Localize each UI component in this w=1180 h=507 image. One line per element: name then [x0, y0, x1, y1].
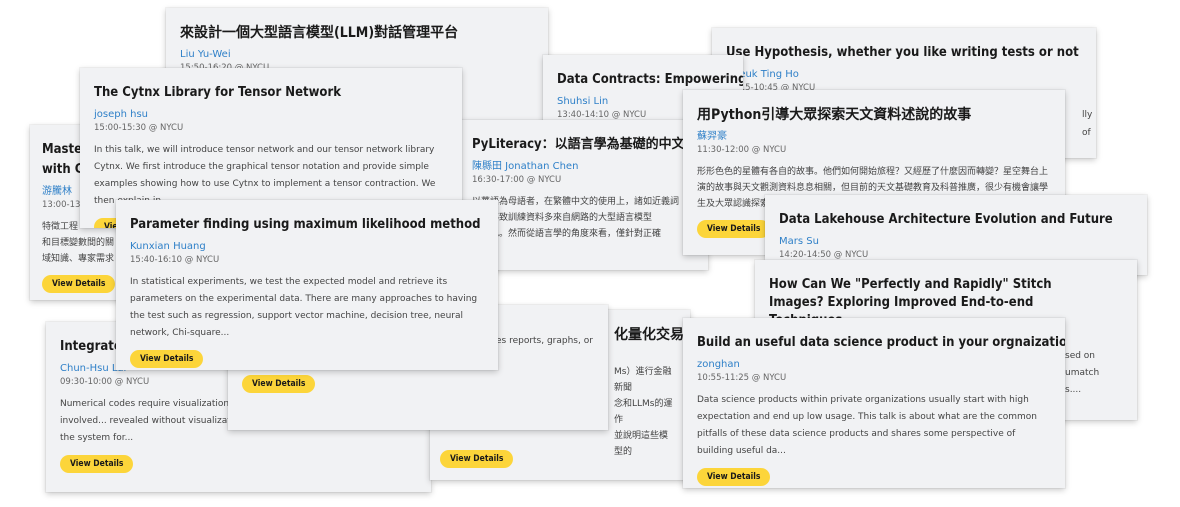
- speaker-link[interactable]: Mars Su: [779, 235, 1133, 249]
- view-details-button[interactable]: View Details: [242, 375, 316, 393]
- card-abstract: Ms）進行金融新聞 念和LLMs的運作 並說明這些模型的: [614, 367, 673, 457]
- view-details-button[interactable]: View Details: [697, 220, 771, 238]
- view-details-button[interactable]: View Details: [440, 450, 514, 468]
- speaker-link[interactable]: zonghan: [697, 358, 1051, 372]
- card-title: Data Contracts: Empowering Data Quali: [557, 72, 743, 87]
- card-title: Data Lakehouse Architecture Evolution an…: [779, 212, 1113, 227]
- card-meta: 10:55-11:25 @ NYCU: [697, 373, 787, 383]
- card-meta: 15:40-16:10 @ NYCU: [130, 255, 220, 265]
- talk-card-data-science-product[interactable]: Build an useful data science product in …: [683, 318, 1065, 488]
- card-meta: 16:30-17:00 @ NYCU: [472, 175, 562, 185]
- card-meta: 15:00-15:30 @ NYCU: [94, 123, 184, 133]
- card-abstract: In statistical experiments, we test the …: [130, 277, 478, 338]
- speaker-link[interactable]: joseph hsu: [94, 108, 448, 122]
- card-abstract: sed on umatch s....: [1065, 351, 1100, 395]
- talk-card-max-likelihood[interactable]: Parameter finding using maximum likeliho…: [116, 200, 498, 370]
- card-abstract: Data science products within private org…: [697, 395, 1038, 456]
- card-title: 用Python引導大眾探索天文資料述說的故事: [697, 107, 972, 123]
- card-abstract: 以華語為母語者，在繁體中文的使用上，諸如近義詞 間接導致訓練資料多來自網路的大型…: [472, 197, 680, 239]
- speaker-link[interactable]: Liu Yu-Wei: [180, 48, 534, 62]
- view-details-button[interactable]: View Details: [130, 350, 204, 368]
- card-title: 化量化交易: [614, 327, 684, 343]
- card-title: PyLiteracy：以語言學為基礎的中文文法: [472, 137, 708, 152]
- view-details-button[interactable]: View Details: [42, 275, 116, 293]
- view-details-button[interactable]: View Details: [60, 455, 134, 473]
- card-title: Build an useful data science product in …: [697, 335, 1065, 350]
- speaker-link[interactable]: Cheuk Ting Ho: [726, 68, 1082, 82]
- card-title: 來設計一個大型語言模型(LLM)對話管理平台: [180, 25, 459, 41]
- card-title: Use Hypothesis, whether you like writing…: [726, 45, 1079, 60]
- card-title: The Cytnx Library for Tensor Network: [94, 85, 342, 100]
- card-title: Parameter finding using maximum likeliho…: [130, 217, 481, 232]
- view-details-button[interactable]: View Details: [697, 468, 771, 486]
- card-meta: 11:30-12:00 @ NYCU: [697, 145, 787, 155]
- speaker-link[interactable]: 蘇羿豪: [697, 130, 1051, 144]
- speaker-link[interactable]: 陳縣田 Jonathan Chen: [472, 160, 694, 174]
- speaker-link[interactable]: Kunxian Huang: [130, 240, 484, 254]
